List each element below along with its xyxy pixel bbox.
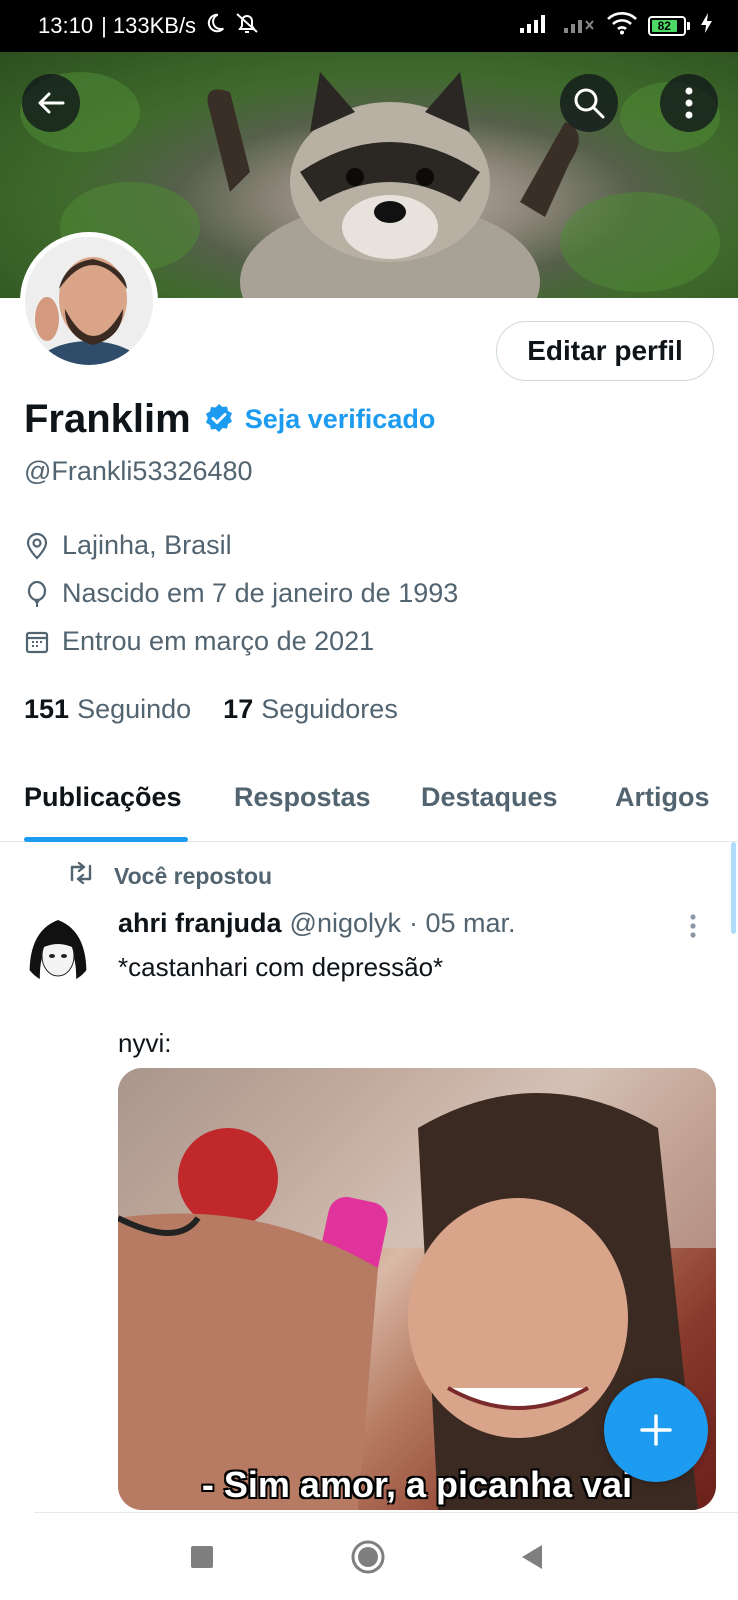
status-bar: 13:10 | 133KB/s 82 <box>0 0 738 52</box>
post-text-line-2: nyvi: <box>118 1028 172 1058</box>
more-vertical-icon <box>690 914 696 938</box>
tab-articles[interactable]: Artigos <box>615 782 710 813</box>
signal-2-icon <box>562 12 596 40</box>
location-pin-icon <box>24 532 50 560</box>
signal-icon <box>518 12 552 40</box>
followers-label: Seguidores <box>261 694 398 724</box>
repost-icon <box>66 861 96 890</box>
square-icon <box>191 1546 213 1568</box>
tab-posts[interactable]: Publicações <box>24 782 182 813</box>
avatar-photo <box>25 237 153 365</box>
followers-link[interactable]: 17 Seguidores <box>223 694 398 725</box>
post-header: ahri franjuda @nigolyk · 05 mar. <box>118 908 516 939</box>
post-text-line-1: *castanhari com depressão* <box>118 952 444 982</box>
active-tab-indicator <box>24 837 188 842</box>
home-button[interactable] <box>346 1535 390 1579</box>
back-arrow-icon <box>38 92 65 114</box>
post-date: · 05 mar. <box>409 908 516 938</box>
edit-profile-button[interactable]: Editar perfil <box>496 321 714 381</box>
moon-icon <box>204 12 226 40</box>
plus-icon <box>640 1414 672 1446</box>
followers-count: 17 <box>223 694 254 724</box>
battery-level: 82 <box>652 19 677 33</box>
status-time: 13:10 <box>38 13 94 38</box>
more-options-button[interactable] <box>660 74 718 132</box>
profile-avatar[interactable] <box>20 232 158 370</box>
profile-tabs: Publicações Respostas Destaques Artigos <box>0 770 738 842</box>
post-author-name[interactable]: ahri franjuda <box>118 908 282 939</box>
post-author-avatar[interactable] <box>22 912 94 984</box>
charging-icon <box>700 12 714 40</box>
calendar-icon <box>24 629 50 655</box>
repost-indicator: Você repostou <box>66 861 273 890</box>
verified-badge-icon[interactable] <box>203 402 235 439</box>
location-row: Lajinha, Brasil <box>24 530 232 561</box>
back-nav-button[interactable] <box>510 1535 554 1579</box>
compose-post-button[interactable] <box>604 1378 708 1482</box>
get-verified-link[interactable]: Seja verificado <box>245 404 436 435</box>
profile-handle: @Frankli53326480 <box>24 456 253 486</box>
joined-row: Entrou em março de 2021 <box>24 626 374 657</box>
location-text: Lajinha, Brasil <box>62 530 232 560</box>
post-more-button[interactable] <box>688 913 698 944</box>
birth-row: Nascido em 7 de janeiro de 1993 <box>24 578 458 609</box>
search-button[interactable] <box>560 74 618 132</box>
post-text: *castanhari com depressão* nyvi: <box>118 948 443 1062</box>
triangle-back-icon <box>522 1545 542 1569</box>
tab-replies[interactable]: Respostas <box>234 782 371 813</box>
wifi-icon <box>606 11 638 41</box>
joined-text: Entrou em março de 2021 <box>62 626 375 656</box>
profile-name: Franklim <box>24 397 191 441</box>
raccoon-illustration <box>207 72 579 298</box>
system-nav-bar <box>0 1513 738 1600</box>
status-network-speed: | 133KB/s <box>101 13 197 38</box>
mute-icon <box>234 11 260 41</box>
search-icon <box>574 88 605 119</box>
birth-text: Nascido em 7 de janeiro de 1993 <box>62 578 459 608</box>
following-link[interactable]: 151 Seguindo <box>24 694 191 725</box>
scrollbar[interactable] <box>731 842 736 934</box>
circle-icon <box>351 1540 385 1574</box>
post-author-handle[interactable]: @nigolyk <box>290 908 401 939</box>
following-label: Seguindo <box>77 694 192 724</box>
battery-icon: 82 <box>648 16 690 36</box>
tab-highlights[interactable]: Destaques <box>421 782 558 813</box>
repost-label: Você repostou <box>114 862 273 889</box>
back-button[interactable] <box>22 74 80 132</box>
more-vertical-icon <box>685 87 693 119</box>
recent-apps-button[interactable] <box>180 1535 224 1579</box>
balloon-icon <box>24 580 50 608</box>
follow-stats: 151 Seguindo 17 Seguidores <box>24 694 430 725</box>
following-count: 151 <box>24 694 70 724</box>
profile-name-row: Franklim Seja verificado <box>24 397 435 442</box>
